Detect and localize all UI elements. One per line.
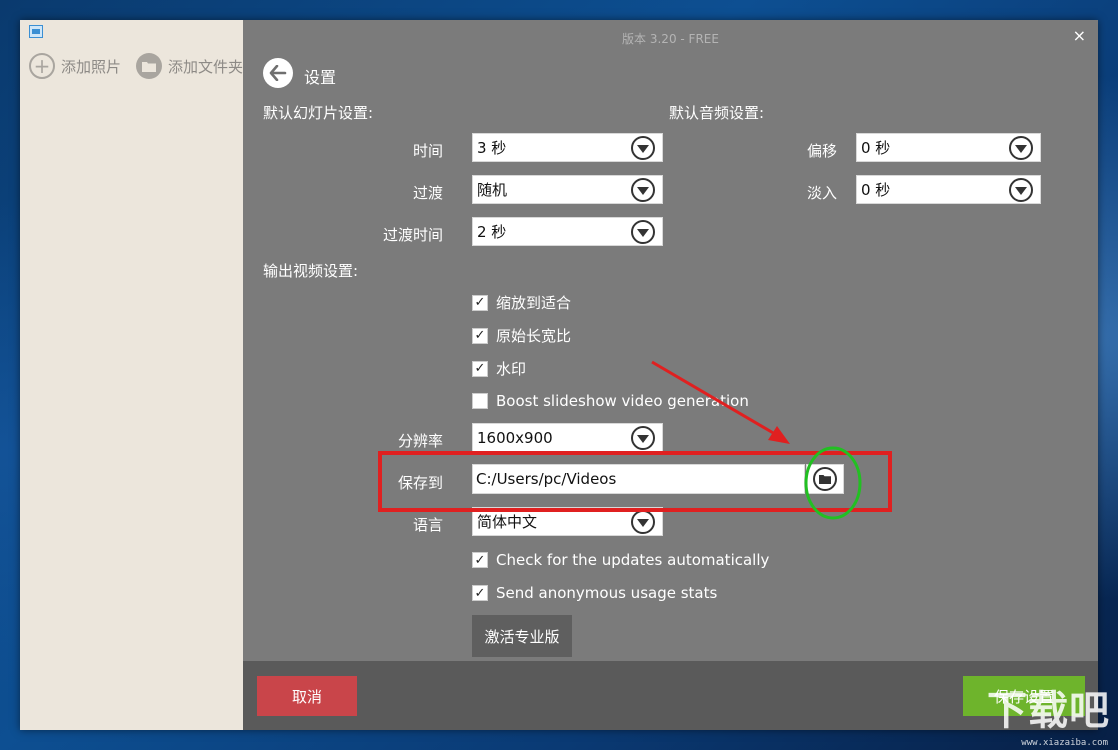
audio-section-label: 默认音频设置: [669, 104, 765, 122]
fade-in-label: 淡入 [806, 184, 837, 202]
send-stats-checkbox[interactable]: ✓ Send anonymous usage stats [472, 584, 717, 602]
window-title: 版本 3.20 - FREE [622, 32, 719, 46]
fade-in-select[interactable]: 0 秒 [856, 175, 1041, 204]
transition-label: 过渡 [412, 184, 443, 202]
language-label: 语言 [412, 516, 443, 534]
chevron-down-icon [631, 425, 655, 450]
time-label: 时间 [412, 142, 443, 160]
chevron-down-icon [631, 177, 655, 202]
back-button[interactable] [263, 58, 293, 88]
chevron-down-icon [631, 509, 655, 534]
output-section-label: 输出视频设置: [263, 262, 359, 280]
app-icon [29, 25, 43, 38]
language-value: 简体中文 [477, 513, 538, 531]
original-aspect-checkbox[interactable]: ✓ 原始长宽比 [472, 325, 571, 346]
offset-value: 0 秒 [861, 139, 891, 157]
checkbox-box: ✓ [472, 585, 488, 601]
original-aspect-label: 原始长宽比 [496, 327, 572, 345]
transition-time-select[interactable]: 2 秒 [472, 217, 663, 246]
checkbox-box: ✓ [472, 552, 488, 568]
resolution-value: 1600x900 [477, 428, 553, 447]
cancel-button[interactable]: 取消 [257, 676, 357, 716]
offset-select[interactable]: 0 秒 [856, 133, 1041, 162]
watermark-label: 水印 [496, 360, 527, 378]
offset-label: 偏移 [806, 142, 837, 160]
send-stats-label: Send anonymous usage stats [496, 584, 718, 602]
transition-time-value: 2 秒 [477, 223, 507, 241]
transition-time-label: 过渡时间 [382, 226, 443, 244]
add-folder-label: 添加文件夹 [168, 57, 244, 76]
chevron-down-icon [631, 219, 655, 244]
activate-pro-button[interactable]: 激活专业版 [472, 615, 572, 657]
checkbox-box: ✓ [472, 360, 488, 377]
close-button[interactable]: × [1073, 26, 1086, 45]
chevron-down-icon [1009, 177, 1033, 202]
scale-to-fit-checkbox[interactable]: ✓ 缩放到适合 [472, 292, 571, 313]
page-title: 设置 [304, 68, 337, 87]
chevron-down-icon [631, 135, 655, 160]
save-path-input[interactable]: C:/Users/pc/Videos [472, 464, 805, 494]
slideshow-section-label: 默认幻灯片设置: [263, 104, 374, 122]
scale-to-fit-label: 缩放到适合 [496, 294, 572, 312]
settings-panel: 版本 3.20 - FREE × 设置 默认幻灯片设置: 默认音频设置: 时间 … [243, 20, 1098, 730]
check-updates-checkbox[interactable]: ✓ Check for the updates automatically [472, 551, 769, 569]
browse-folder-button[interactable] [806, 464, 844, 494]
resolution-select[interactable]: 1600x900 [472, 423, 663, 452]
footer-bar: 取消 保存设置 [243, 661, 1098, 730]
watermark-checkbox[interactable]: ✓ 水印 [472, 358, 526, 379]
folder-icon [136, 53, 162, 79]
plus-icon: + [29, 53, 55, 79]
resolution-label: 分辨率 [397, 432, 443, 450]
boost-checkbox[interactable]: Boost slideshow video generation [472, 392, 749, 410]
language-select[interactable]: 简体中文 [472, 507, 663, 536]
time-value: 3 秒 [477, 139, 507, 157]
folder-icon [813, 467, 837, 491]
transition-value: 随机 [477, 181, 508, 199]
save-to-label: 保存到 [397, 474, 443, 492]
back-arrow-icon [269, 65, 287, 81]
checkbox-box [472, 393, 488, 409]
add-folder-button[interactable]: 添加文件夹 [136, 51, 243, 81]
transition-select[interactable]: 随机 [472, 175, 663, 204]
add-photos-label: 添加照片 [61, 57, 122, 76]
left-sidebar: + 添加照片 添加文件夹 [20, 20, 243, 730]
watermark-logo: 下载吧 [987, 688, 1110, 734]
watermark-url: www.xiazaiba.com [1021, 738, 1108, 748]
check-updates-label: Check for the updates automatically [496, 551, 770, 569]
checkbox-box: ✓ [472, 294, 488, 311]
app-window: + 添加照片 添加文件夹 版本 3.20 - FREE × 设置 默认幻灯片设置… [20, 20, 1098, 730]
boost-label: Boost slideshow video generation [496, 392, 749, 410]
chevron-down-icon [1009, 135, 1033, 160]
fade-in-value: 0 秒 [861, 181, 891, 199]
time-select[interactable]: 3 秒 [472, 133, 663, 162]
add-photos-button[interactable]: + 添加照片 [29, 51, 121, 81]
checkbox-box: ✓ [472, 327, 488, 344]
